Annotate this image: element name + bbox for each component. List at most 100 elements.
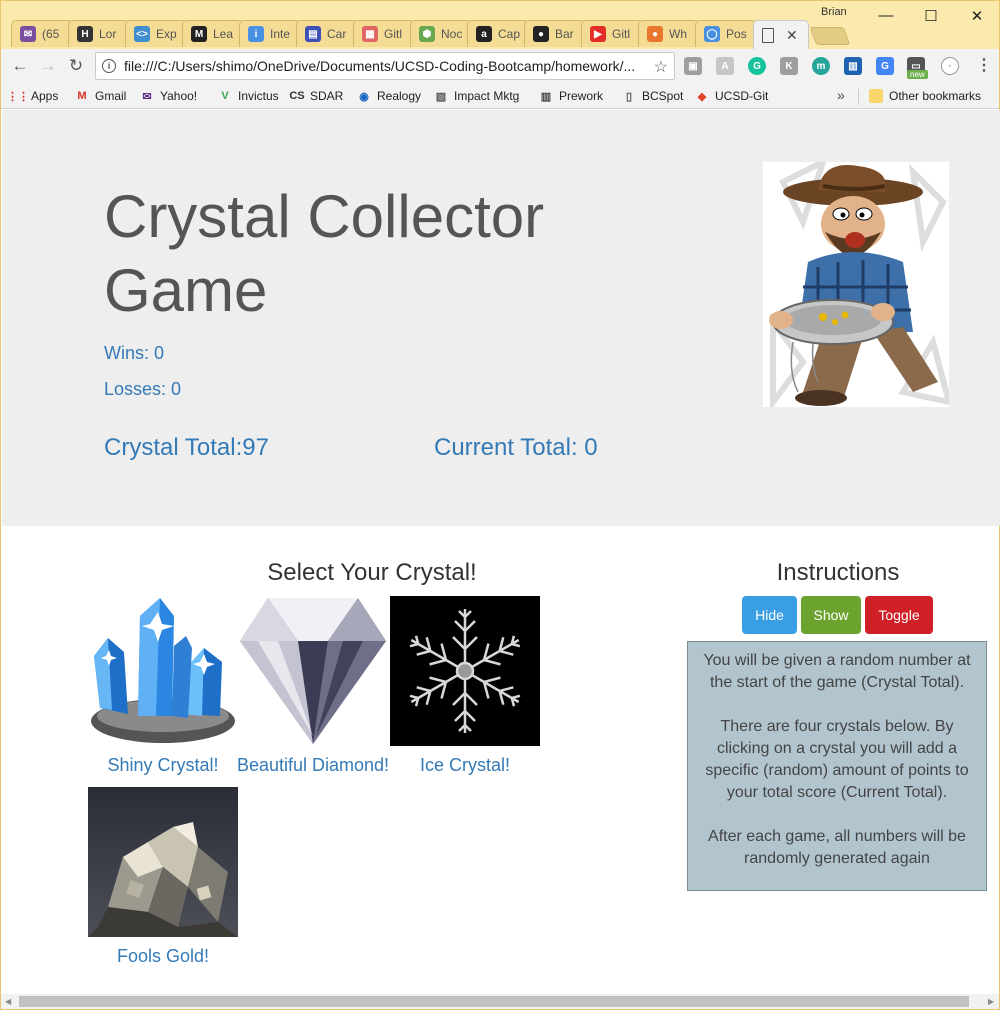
tab[interactable]: <> Exp xyxy=(125,20,187,47)
info-icon: i xyxy=(248,26,264,42)
bookmark-item[interactable]: V Invictus xyxy=(218,87,278,105)
bookmarks-overflow-icon[interactable]: » xyxy=(837,87,845,103)
bookmark-label: Impact Mktg xyxy=(454,89,520,103)
scroll-left-icon[interactable]: ◀ xyxy=(5,997,11,1006)
extension-print-icon[interactable]: ▣ xyxy=(684,57,702,75)
jumbotron: Crystal Collector Game Wins: 0 Losses: 0… xyxy=(2,110,1000,526)
instructions-paragraph: You will be given a random number at the… xyxy=(703,652,971,691)
translate-icon[interactable]: G xyxy=(876,57,894,75)
layout-icon: ▤ xyxy=(305,26,321,42)
tab[interactable]: ● Bar xyxy=(524,20,586,47)
new-badge: new xyxy=(907,70,928,79)
browser-toolbar: ← → ↻ i file:///C:/Users/shimo/OneDrive/… xyxy=(1,49,999,83)
reload-icon[interactable]: ↻ xyxy=(65,55,87,77)
tab-label: Noc xyxy=(441,27,463,41)
tab-label: Pos xyxy=(726,27,747,41)
bookmark-item[interactable]: ▥ Prework xyxy=(539,87,603,105)
toggle-button[interactable]: Toggle xyxy=(865,596,933,634)
bookmark-label: SDAR xyxy=(310,89,344,103)
extension-k-icon[interactable]: K xyxy=(780,57,798,75)
extension-book-icon[interactable]: ▥ xyxy=(844,57,862,75)
tab[interactable]: i Inte xyxy=(239,20,301,47)
bookmark-item[interactable]: ▨ Impact Mktg xyxy=(434,87,520,105)
menu-kebab-icon[interactable]: ⋮ xyxy=(976,55,992,75)
grammarly-icon[interactable]: G xyxy=(748,57,766,75)
tab-label: Bar xyxy=(555,27,574,41)
instructions-heading: Instructions xyxy=(776,559,900,586)
tab-label: Lea xyxy=(213,27,234,41)
diamond-image[interactable] xyxy=(238,596,388,746)
bookmark-item[interactable]: ◉ Realogy xyxy=(357,87,421,105)
fools-gold-image[interactable] xyxy=(88,787,238,937)
bookmark-item[interactable]: ✉ Yahoo! xyxy=(140,87,197,105)
v-icon: V xyxy=(221,90,229,102)
instructions-paragraph: After each game, all numbers will be ran… xyxy=(708,828,966,867)
bookmarks-bar: ⋮⋮ Apps M Gmail ✉ Yahoo! V Invictus CS SDAR ◉ Realo… xyxy=(1,83,999,109)
medium-icon: M xyxy=(191,26,207,42)
crystal-diamond[interactable]: Beautiful Diamond! xyxy=(237,596,389,775)
extension-circle-icon[interactable]: · xyxy=(941,57,959,75)
close-window-icon[interactable]: ✕ xyxy=(962,7,992,27)
address-url[interactable]: file:///C:/Users/shimo/OneDrive/Document… xyxy=(124,58,644,74)
crystal-shiny[interactable]: Shiny Crystal! xyxy=(88,596,238,775)
select-crystal-heading: Select Your Crystal! xyxy=(267,559,477,586)
crystal-fools-gold[interactable]: Fools Gold! xyxy=(88,787,238,966)
circle-icon: ◉ xyxy=(359,90,369,103)
extension-m-icon[interactable]: m xyxy=(812,57,830,75)
bookmark-item[interactable]: CS SDAR xyxy=(289,87,344,105)
bookmark-label: Realogy xyxy=(377,89,422,103)
other-bookmarks[interactable]: Other bookmarks xyxy=(869,87,981,105)
tab[interactable]: ▤ Car xyxy=(296,20,358,47)
instructions-paragraph: There are four crystals below. By clicki… xyxy=(705,718,969,801)
tab[interactable]: ● Wh xyxy=(638,20,700,47)
bookmark-label: Gmail xyxy=(95,89,127,103)
circle-icon: ◯ xyxy=(704,26,720,42)
page-icon xyxy=(762,27,774,43)
current-total: Current Total: 0 xyxy=(434,434,598,461)
back-arrow-icon[interactable]: ← xyxy=(9,55,31,77)
shiny-crystal-image[interactable] xyxy=(88,596,238,746)
new-tab-button[interactable] xyxy=(809,27,851,45)
close-tab-icon[interactable]: ✕ xyxy=(786,27,798,44)
scrollbar-thumb[interactable] xyxy=(19,996,969,1007)
tab[interactable]: H Lor xyxy=(68,20,130,47)
tab[interactable]: M Lea xyxy=(182,20,244,47)
instructions-panel: You will be given a random number at the… xyxy=(687,641,987,891)
tab-label: Gitl xyxy=(384,27,402,41)
bookmark-label: UCSD-Git xyxy=(715,89,769,103)
crystal-ice[interactable]: Ice Crystal! xyxy=(390,596,540,775)
show-button[interactable]: Show xyxy=(801,596,861,634)
amazon-icon: a xyxy=(476,26,492,42)
horizontal-scrollbar[interactable]: ◀ ▶ xyxy=(1,994,999,1009)
address-bar[interactable]: i file:///C:/Users/shimo/OneDrive/Docume… xyxy=(95,52,675,80)
tab-active[interactable]: ✕ xyxy=(753,20,809,49)
firefox-icon: ● xyxy=(647,26,663,42)
crystal-label-ice[interactable]: Ice Crystal! xyxy=(360,755,570,776)
hide-button[interactable]: Hide xyxy=(742,596,797,634)
info-icon[interactable]: i xyxy=(102,59,116,73)
profile-name[interactable]: Brian xyxy=(821,6,847,18)
bookmark-item[interactable]: M Gmail xyxy=(75,87,126,105)
minimize-icon[interactable]: — xyxy=(871,7,901,27)
scroll-right-icon[interactable]: ▶ xyxy=(988,997,994,1006)
bookmark-item[interactable]: ◆ UCSD-Git xyxy=(695,87,769,105)
crystal-label-fools-gold[interactable]: Fools Gold! xyxy=(58,946,268,967)
tab-label: Cap xyxy=(498,27,521,41)
losses-counter: Losses: 0 xyxy=(104,379,182,399)
tab[interactable]: ◯ Pos xyxy=(695,20,757,47)
tab-strip: ✉ (65 H Lor <> Exp M Lea i Inte ▤ Car ▦ Gitl ⬢ Noc a Cap ●… xyxy=(1,1,999,49)
star-icon[interactable]: ☆ xyxy=(654,57,668,77)
page-icon: ▯ xyxy=(625,90,633,103)
extension-pdf-icon[interactable]: A xyxy=(716,57,734,75)
tab[interactable]: ✉ (65 xyxy=(11,20,73,47)
tab[interactable]: a Cap xyxy=(467,20,529,47)
tab[interactable]: ▦ Gitl xyxy=(353,20,415,47)
wins-counter: Wins: 0 xyxy=(104,343,165,363)
tab[interactable]: ⬢ Noc xyxy=(410,20,472,47)
maximize-icon[interactable]: ☐ xyxy=(916,7,946,27)
bookmark-item[interactable]: ⋮⋮ Apps xyxy=(7,87,58,105)
forward-arrow-icon[interactable]: → xyxy=(37,55,59,77)
tab[interactable]: ▶ Gitl xyxy=(581,20,643,47)
ice-crystal-image[interactable] xyxy=(390,596,540,746)
bookmark-item[interactable]: ▯ BCSpot xyxy=(622,87,683,105)
